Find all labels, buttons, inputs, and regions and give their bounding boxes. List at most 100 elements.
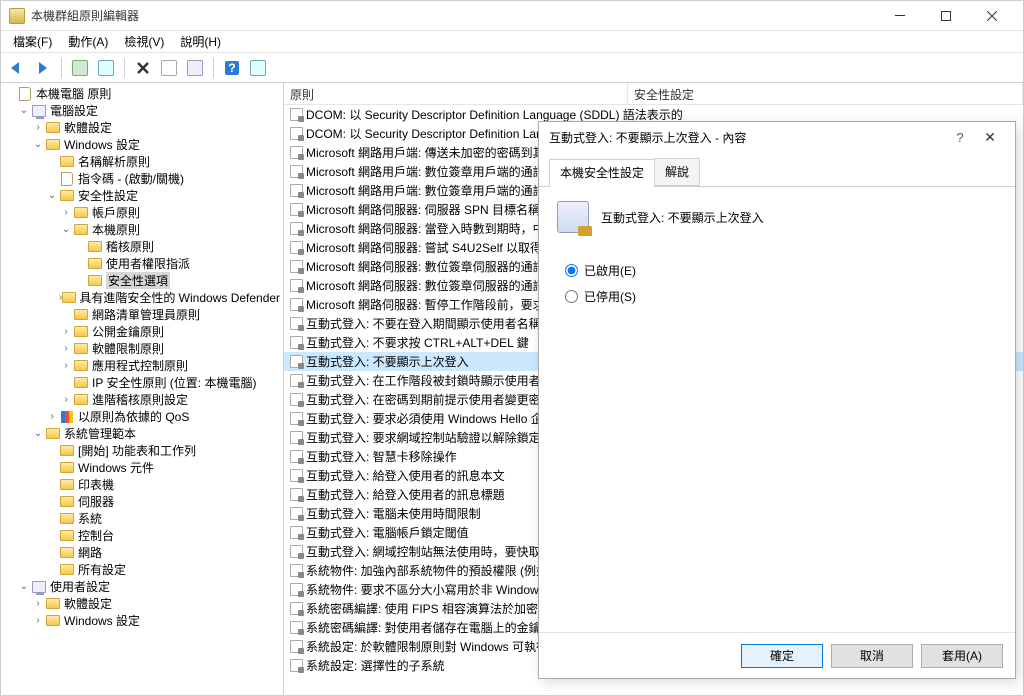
dialog-titlebar: 互動式登入: 不要顯示上次登入 - 內容 ? ✕ bbox=[539, 122, 1015, 152]
col-security[interactable]: 安全性設定 bbox=[628, 83, 1023, 104]
tree-network-list[interactable]: 網路清單管理員原則 bbox=[3, 306, 283, 323]
policy-item-icon bbox=[288, 202, 304, 218]
policy-item-icon bbox=[288, 430, 304, 446]
tree-software-restrict[interactable]: ›軟體限制原則 bbox=[3, 340, 283, 357]
policy-tree: 本機電腦 原則 ⌄電腦設定 ›軟體設定 ⌄Windows 設定 名稱解析原則 指… bbox=[1, 83, 283, 635]
policy-item-icon bbox=[288, 582, 304, 598]
tree-security-settings[interactable]: ⌄安全性設定 bbox=[3, 187, 283, 204]
policy-item-icon bbox=[288, 183, 304, 199]
tree-adv-firewall[interactable]: ›具有進階安全性的 Windows Defender 防火牆 bbox=[3, 289, 283, 306]
tree-server[interactable]: 伺服器 bbox=[3, 493, 283, 510]
export-button[interactable] bbox=[183, 56, 207, 80]
policy-item-icon bbox=[288, 316, 304, 332]
tree-app-control[interactable]: ›應用程式控制原則 bbox=[3, 357, 283, 374]
menu-file[interactable]: 檔案(F) bbox=[5, 31, 60, 52]
svg-text:?: ? bbox=[228, 61, 235, 75]
show-hide-tree-button[interactable] bbox=[94, 56, 118, 80]
tree-control-panel[interactable]: 控制台 bbox=[3, 527, 283, 544]
tree-ip-security[interactable]: IP 安全性原則 (位置: 本機電腦) bbox=[3, 374, 283, 391]
forward-button[interactable] bbox=[31, 56, 55, 80]
policy-item-icon bbox=[288, 126, 304, 142]
delete-button[interactable] bbox=[131, 56, 155, 80]
list-item-label: 互動式登入: 在密碼到期前提示使用者變更密碼 bbox=[306, 391, 553, 408]
policy-item-icon bbox=[288, 107, 304, 123]
policy-item-icon bbox=[288, 620, 304, 636]
tree-public-key[interactable]: ›公開金鑰原則 bbox=[3, 323, 283, 340]
help-button[interactable]: ? bbox=[220, 56, 244, 80]
tree-software-settings-user[interactable]: ›軟體設定 bbox=[3, 595, 283, 612]
tree-local-policies[interactable]: ⌄本機原則 bbox=[3, 221, 283, 238]
policy-item-icon bbox=[288, 164, 304, 180]
app-icon bbox=[9, 8, 25, 24]
radio-enabled[interactable]: 已啟用(E) bbox=[565, 257, 997, 283]
policy-header: 互動式登入: 不要顯示上次登入 bbox=[557, 201, 997, 233]
back-button[interactable] bbox=[5, 56, 29, 80]
dialog-help-button[interactable]: ? bbox=[945, 130, 975, 145]
properties-button[interactable] bbox=[157, 56, 181, 80]
tree-win-components[interactable]: Windows 元件 bbox=[3, 459, 283, 476]
tab-local-security[interactable]: 本機安全性設定 bbox=[549, 159, 655, 187]
radio-disabled-input[interactable] bbox=[565, 290, 578, 303]
tab-explain[interactable]: 解說 bbox=[654, 158, 700, 186]
maximize-button[interactable] bbox=[923, 1, 969, 31]
policy-name-label: 互動式登入: 不要顯示上次登入 bbox=[601, 209, 764, 226]
close-button[interactable] bbox=[969, 1, 1015, 31]
tree-user-rights[interactable]: 使用者權限指派 bbox=[3, 255, 283, 272]
policy-item-icon bbox=[288, 335, 304, 351]
properties-dialog: 互動式登入: 不要顯示上次登入 - 內容 ? ✕ 本機安全性設定 解說 互動式登… bbox=[538, 121, 1016, 679]
policy-item-icon bbox=[288, 259, 304, 275]
tree-computer-config[interactable]: ⌄電腦設定 bbox=[3, 102, 283, 119]
toolbar-separator bbox=[61, 58, 62, 78]
tree-admin-templates[interactable]: ⌄系統管理範本 bbox=[3, 425, 283, 442]
policy-item-icon bbox=[288, 506, 304, 522]
policy-item-icon bbox=[288, 221, 304, 237]
titlebar: 本機群組原則編輯器 bbox=[1, 1, 1023, 31]
policy-item-icon bbox=[288, 658, 304, 674]
col-policy[interactable]: 原則 bbox=[284, 83, 628, 104]
radio-group: 已啟用(E) 已停用(S) bbox=[565, 257, 997, 309]
tree-adv-audit[interactable]: ›進階稽核原則設定 bbox=[3, 391, 283, 408]
tree-user-config[interactable]: ⌄使用者設定 bbox=[3, 578, 283, 595]
tree-printers[interactable]: 印表機 bbox=[3, 476, 283, 493]
policy-item-icon bbox=[288, 392, 304, 408]
tree-all-settings[interactable]: 所有設定 bbox=[3, 561, 283, 578]
policy-item-icon bbox=[288, 278, 304, 294]
tree-root[interactable]: 本機電腦 原則 bbox=[3, 85, 283, 102]
menu-help[interactable]: 說明(H) bbox=[172, 31, 229, 52]
tree-qos[interactable]: ›以原則為依據的 QoS bbox=[3, 408, 283, 425]
filter-button[interactable] bbox=[246, 56, 270, 80]
tree-name-resolution[interactable]: 名稱解析原則 bbox=[3, 153, 283, 170]
tree-software-settings[interactable]: ›軟體設定 bbox=[3, 119, 283, 136]
tree-pane[interactable]: 本機電腦 原則 ⌄電腦設定 ›軟體設定 ⌄Windows 設定 名稱解析原則 指… bbox=[1, 83, 284, 695]
radio-enabled-input[interactable] bbox=[565, 264, 578, 277]
radio-disabled[interactable]: 已停用(S) bbox=[565, 283, 997, 309]
menu-action[interactable]: 動作(A) bbox=[60, 31, 116, 52]
policy-item-icon bbox=[288, 601, 304, 617]
list-item-label: 互動式登入: 要求網域控制站驗證以解除鎖定工作站 bbox=[306, 429, 577, 446]
cancel-button[interactable]: 取消 bbox=[831, 644, 913, 668]
up-button[interactable] bbox=[68, 56, 92, 80]
list-item-label: 互動式登入: 給登入使用者的訊息本文 bbox=[306, 467, 505, 484]
tree-start-menu[interactable]: [開始] 功能表和工作列 bbox=[3, 442, 283, 459]
list-item-label: 互動式登入: 在工作階段被封鎖時顯示使用者資訊 bbox=[306, 372, 565, 389]
tree-account-policies[interactable]: ›帳戶原則 bbox=[3, 204, 283, 221]
tree-audit-policy[interactable]: 稽核原則 bbox=[3, 238, 283, 255]
apply-button[interactable]: 套用(A) bbox=[921, 644, 1003, 668]
ok-button[interactable]: 確定 bbox=[741, 644, 823, 668]
minimize-button[interactable] bbox=[877, 1, 923, 31]
tree-security-options[interactable]: 安全性選項 bbox=[3, 272, 283, 289]
list-item-label: 互動式登入: 給登入使用者的訊息標題 bbox=[306, 486, 505, 503]
list-header: 原則 安全性設定 bbox=[284, 83, 1023, 105]
window-title: 本機群組原則編輯器 bbox=[31, 7, 877, 24]
list-item-label: 互動式登入: 電腦帳戶鎖定閾值 bbox=[306, 524, 469, 541]
menu-view[interactable]: 檢視(V) bbox=[116, 31, 172, 52]
policy-item-icon bbox=[288, 373, 304, 389]
list-item-label: 系統設定: 選擇性的子系統 bbox=[306, 657, 445, 674]
tree-network[interactable]: 網路 bbox=[3, 544, 283, 561]
list-item-label: 互動式登入: 智慧卡移除操作 bbox=[306, 448, 457, 465]
tree-windows-settings-user[interactable]: ›Windows 設定 bbox=[3, 612, 283, 629]
tree-windows-settings[interactable]: ⌄Windows 設定 bbox=[3, 136, 283, 153]
tree-system[interactable]: 系統 bbox=[3, 510, 283, 527]
tree-scripts[interactable]: 指令碼 - (啟動/關機) bbox=[3, 170, 283, 187]
dialog-close-button[interactable]: ✕ bbox=[975, 129, 1005, 146]
